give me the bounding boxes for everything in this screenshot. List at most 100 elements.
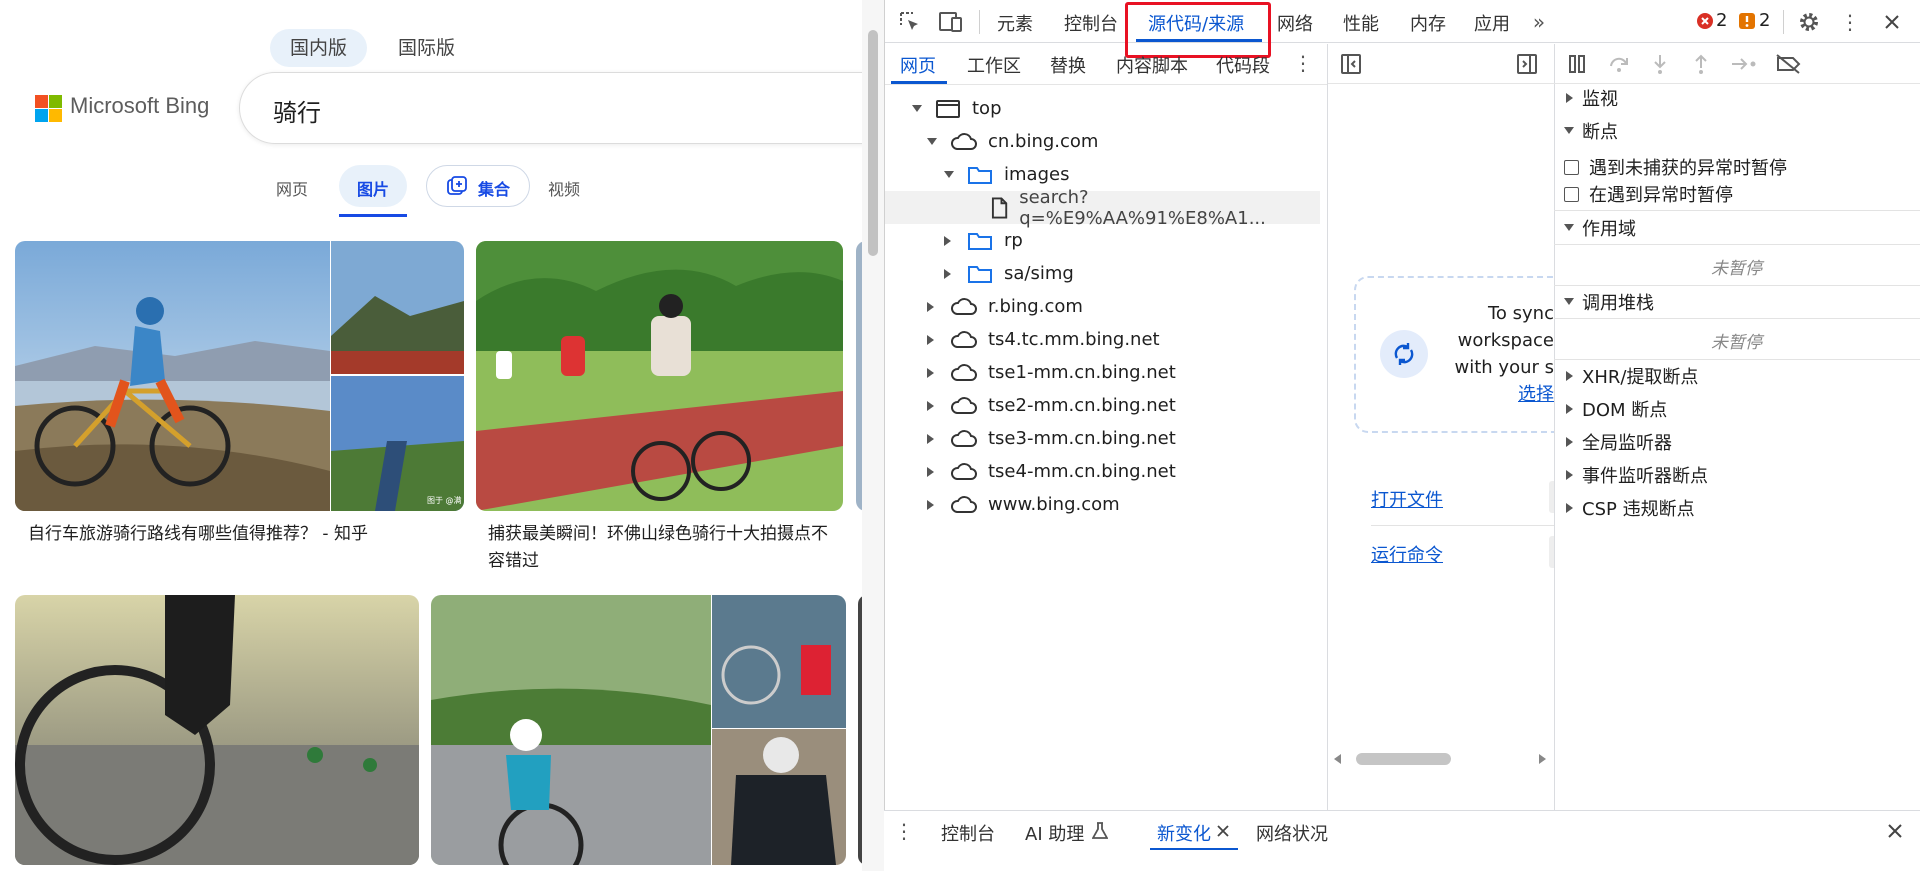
subtab-page[interactable]: 网页 — [900, 52, 936, 78]
pause-uncaught-checkbox[interactable] — [1564, 159, 1579, 175]
tree-node-search-file[interactable]: search?q=%E9%AA%91%E8%A1... — [885, 187, 1320, 229]
step-icon[interactable] — [1729, 51, 1759, 77]
tree-node-domain[interactable]: tse1-mm.cn.bing.net — [885, 356, 1325, 389]
bing-logo-text[interactable]: Microsoft Bing — [70, 93, 209, 119]
editor-hscroll[interactable] — [1334, 749, 1546, 769]
drawer-tab-console[interactable]: 控制台 — [941, 820, 995, 846]
expand-arrow-icon[interactable] — [944, 171, 954, 178]
warning-icon[interactable] — [1737, 11, 1757, 31]
toggle-debugger-icon[interactable] — [1514, 51, 1540, 77]
result-1-caption[interactable]: 自行车旅游骑行路线有哪些值得推荐？ - 知乎 — [28, 521, 458, 548]
error-icon[interactable] — [1695, 11, 1715, 31]
close-tab-icon[interactable] — [1213, 820, 1233, 842]
collapse-arrow-icon[interactable] — [944, 235, 951, 246]
tree-node-domain[interactable]: tse4-mm.cn.bing.net — [885, 455, 1325, 488]
run-command-link[interactable]: 运行命令 — [1371, 541, 1443, 567]
result-5-image[interactable] — [431, 595, 846, 865]
device-toolbar-icon[interactable] — [937, 9, 965, 35]
tree-node-domain[interactable]: www.bing.com — [885, 488, 1325, 521]
tab-elements[interactable]: 元素 — [997, 10, 1033, 36]
tree-node-domain[interactable]: r.bing.com — [885, 290, 1325, 323]
expand-arrow-icon[interactable] — [912, 105, 922, 112]
expand-arrow-icon[interactable] — [1564, 298, 1574, 305]
warning-count[interactable]: 2 — [1759, 10, 1770, 31]
tree-node-domain[interactable]: tse2-mm.cn.bing.net — [885, 389, 1325, 422]
result-2-image[interactable] — [476, 241, 843, 511]
tree-node-cn-bing[interactable]: cn.bing.com — [885, 125, 1325, 158]
section-scope[interactable]: 作用域 — [1564, 211, 1636, 244]
nav-web[interactable]: 网页 — [276, 176, 308, 200]
collapse-arrow-icon[interactable] — [927, 334, 934, 345]
subtab-workspace[interactable]: 工作区 — [967, 52, 1021, 78]
close-drawer-icon[interactable] — [1883, 820, 1907, 842]
pause-caught-label[interactable]: 在遇到异常时暂停 — [1589, 181, 1733, 207]
pause-uncaught-label[interactable]: 遇到未捕获的异常时暂停 — [1589, 154, 1787, 180]
section-csp[interactable]: CSP 违规断点 — [1566, 491, 1695, 524]
toggle-navigator-icon[interactable] — [1338, 51, 1364, 77]
expand-arrow-icon[interactable] — [1564, 127, 1574, 134]
pause-caught-checkbox[interactable] — [1564, 186, 1579, 202]
pause-icon[interactable] — [1564, 51, 1590, 77]
tree-node-top[interactable]: top — [885, 92, 1325, 125]
collapse-arrow-icon[interactable] — [927, 433, 934, 444]
domestic-version-tab[interactable]: 国内版 — [270, 29, 368, 67]
nav-images[interactable]: 图片 — [357, 176, 389, 200]
collapse-arrow-icon[interactable] — [927, 301, 934, 312]
nav-videos[interactable]: 视频 — [548, 176, 580, 200]
drawer-menu-icon[interactable]: ⋮ — [894, 818, 914, 844]
result-4-image[interactable] — [15, 595, 419, 865]
select-folder-link[interactable]: 选择 — [1446, 381, 1554, 408]
collapse-arrow-icon[interactable] — [1566, 436, 1573, 447]
international-version-tab[interactable]: 国际版 — [378, 29, 475, 67]
section-event[interactable]: 事件监听器断点 — [1566, 458, 1708, 491]
search-query[interactable]: 骑行 — [273, 93, 321, 128]
scroll-left-icon[interactable] — [1334, 754, 1341, 764]
page-scrollbar[interactable] — [862, 0, 884, 871]
nav-collections[interactable]: 集合 — [478, 176, 510, 200]
workspace-dropzone[interactable]: To sync workspace with your s 选择 — [1354, 276, 1554, 433]
pause-caught-row[interactable]: 在遇到异常时暂停 — [1564, 181, 1733, 207]
collapse-arrow-icon[interactable] — [927, 367, 934, 378]
section-call-stack[interactable]: 调用堆栈 — [1564, 285, 1654, 318]
section-dom[interactable]: DOM 断点 — [1566, 392, 1667, 425]
collapse-arrow-icon[interactable] — [1566, 403, 1573, 414]
tree-node-sa-simg[interactable]: sa/simg — [885, 257, 1325, 290]
subtab-content-scripts[interactable]: 内容脚本 — [1116, 52, 1188, 78]
tree-node-rp[interactable]: rp — [885, 224, 1325, 257]
settings-gear-icon[interactable] — [1796, 9, 1822, 35]
section-xhr[interactable]: XHR/提取断点 — [1566, 359, 1698, 392]
pause-uncaught-row[interactable]: 遇到未捕获的异常时暂停 — [1564, 154, 1787, 180]
collapse-arrow-icon[interactable] — [1566, 469, 1573, 480]
microsoft-logo-icon[interactable] — [35, 95, 62, 122]
search-box[interactable]: 骑行 — [239, 72, 884, 144]
collapse-arrow-icon[interactable] — [927, 466, 934, 477]
step-out-icon[interactable] — [1688, 51, 1714, 77]
section-breakpoints[interactable]: 断点 — [1564, 114, 1618, 147]
tab-network[interactable]: 网络 — [1277, 10, 1313, 36]
inspect-element-icon[interactable] — [897, 9, 923, 35]
subtab-overrides[interactable]: 替换 — [1050, 52, 1086, 78]
collapse-arrow-icon[interactable] — [927, 400, 934, 411]
open-file-link[interactable]: 打开文件 — [1371, 486, 1443, 512]
subtab-snippets[interactable]: 代码段 — [1216, 52, 1270, 78]
expand-arrow-icon[interactable] — [927, 138, 937, 145]
error-count[interactable]: 2 — [1716, 10, 1727, 31]
drawer-tab-network-conditions[interactable]: 网络状况 — [1256, 820, 1328, 846]
drawer-tab-ai[interactable]: AI 助理 — [1025, 820, 1084, 846]
tab-console[interactable]: 控制台 — [1064, 10, 1118, 36]
tab-memory[interactable]: 内存 — [1410, 10, 1446, 36]
navigator-more-icon[interactable]: ⋮ — [1293, 50, 1313, 76]
result-1-image[interactable]: 图于 @满 — [15, 241, 464, 511]
section-watch[interactable]: 监视 — [1566, 81, 1618, 114]
more-tabs-icon[interactable]: » — [1528, 10, 1550, 34]
step-into-icon[interactable] — [1647, 51, 1673, 77]
result-2-caption[interactable]: 捕获最美瞬间！环佛山绿色骑行十大拍摄点不容错过 — [488, 521, 828, 575]
collapse-arrow-icon[interactable] — [927, 499, 934, 510]
drawer-tab-changes[interactable]: 新变化 — [1157, 820, 1211, 846]
deactivate-breakpoints-icon[interactable] — [1773, 51, 1803, 77]
tree-node-domain[interactable]: ts4.tc.mm.bing.net — [885, 323, 1325, 356]
collapse-arrow-icon[interactable] — [944, 268, 951, 279]
scrollbar-thumb[interactable] — [868, 30, 878, 256]
collapse-arrow-icon[interactable] — [1566, 92, 1573, 103]
hscroll-thumb[interactable] — [1356, 753, 1451, 765]
